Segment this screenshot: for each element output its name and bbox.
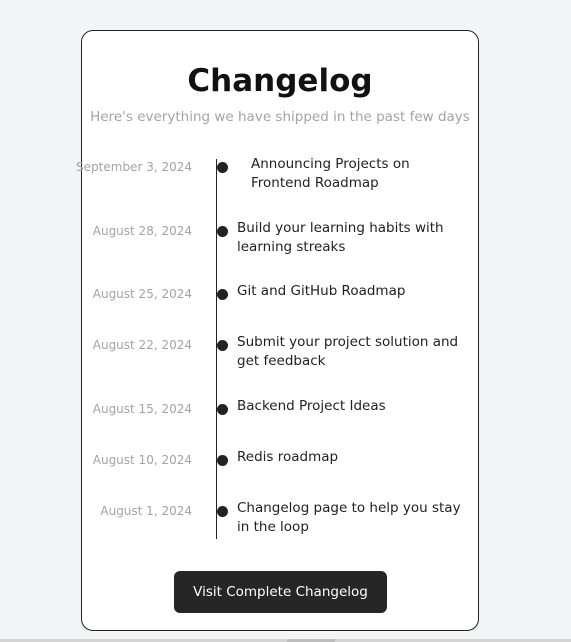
timeline-dot-icon xyxy=(217,226,228,237)
entry-date: August 22, 2024 xyxy=(92,338,192,352)
timeline-dot-icon xyxy=(217,404,228,415)
changelog-timeline: September 3, 2024 Announcing Projects on… xyxy=(76,155,478,541)
entry-date: August 28, 2024 xyxy=(92,224,192,238)
entry-date: August 10, 2024 xyxy=(92,453,192,467)
timeline-line xyxy=(216,159,217,539)
timeline-dot-icon xyxy=(217,455,228,466)
entry-date: August 25, 2024 xyxy=(92,287,192,301)
entry-title-link[interactable]: Build your learning habits with learning… xyxy=(237,219,465,257)
entry-title-link[interactable]: Git and GitHub Roadmap xyxy=(237,282,465,301)
entry-title-link[interactable]: Backend Project Ideas xyxy=(237,397,465,416)
timeline-dot-icon xyxy=(217,289,228,300)
entry-date: August 15, 2024 xyxy=(92,402,192,416)
visit-changelog-button[interactable]: Visit Complete Changelog xyxy=(174,571,387,613)
timeline-dot-icon xyxy=(217,162,228,173)
page-subtitle: Here's everything we have shipped in the… xyxy=(90,109,470,125)
entry-title-link[interactable]: Changelog page to help you stay in the l… xyxy=(237,499,465,537)
entry-title-link[interactable]: Submit your project solution and get fee… xyxy=(237,333,465,371)
page-title: Changelog xyxy=(187,63,373,99)
timeline-dot-icon xyxy=(217,506,228,517)
entry-title-link[interactable]: Redis roadmap xyxy=(237,448,465,467)
entry-date: September 3, 2024 xyxy=(76,160,192,174)
entry-title-link[interactable]: Announcing Projects on Frontend Roadmap xyxy=(251,155,465,193)
changelog-card: Changelog Here's everything we have ship… xyxy=(76,30,479,631)
timeline-dot-icon xyxy=(217,340,228,351)
entry-date: August 1, 2024 xyxy=(100,504,192,518)
